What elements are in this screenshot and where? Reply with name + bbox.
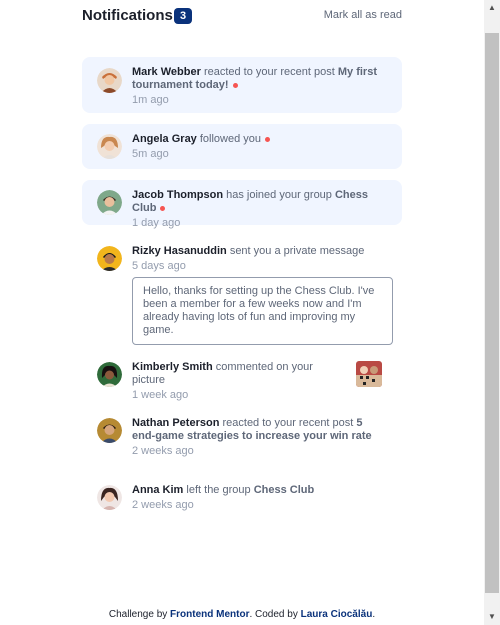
chess-picture-thumbnail[interactable] <box>356 361 382 387</box>
avatar-kimberly-icon[interactable] <box>97 362 122 387</box>
notifications-page: Notifications 3 Mark all as read Mark We… <box>0 0 484 625</box>
user-name[interactable]: Jacob Thompson <box>132 189 223 201</box>
action-text: has joined your group <box>226 189 332 201</box>
author-link[interactable]: Laura Ciocălău <box>301 609 373 620</box>
timestamp: 5 days ago <box>132 260 186 272</box>
avatar-mark-icon[interactable] <box>97 68 122 93</box>
user-name[interactable]: Kimberly Smith <box>132 361 213 373</box>
avatar-jacob-icon[interactable] <box>97 190 122 215</box>
timestamp: 2 weeks ago <box>132 499 194 511</box>
private-message[interactable]: Hello, thanks for setting up the Chess C… <box>132 277 393 345</box>
unread-dot <box>232 82 238 88</box>
group-link[interactable]: Chess Club <box>254 484 315 496</box>
mark-all-read-button[interactable]: Mark all as read <box>324 9 402 21</box>
user-name[interactable]: Mark Webber <box>132 66 201 78</box>
notification-text: Kimberly Smith commented on your picture… <box>132 361 347 402</box>
action-text: reacted to your recent post <box>203 66 335 78</box>
timestamp: 1 week ago <box>132 389 189 401</box>
scrollbar-thumb[interactable] <box>485 33 499 593</box>
notification-item[interactable]: Anna Kim left the group Chess Club 2 wee… <box>82 475 402 520</box>
notification-item[interactable]: Kimberly Smith commented on your picture… <box>82 352 402 401</box>
header: Notifications 3 Mark all as read <box>82 7 402 27</box>
notification-text: Jacob Thompson has joined your group Che… <box>132 189 382 230</box>
avatar-anna-icon[interactable] <box>97 485 122 510</box>
notification-text: Angela Gray followed you 5m ago <box>132 133 382 161</box>
frontend-mentor-link[interactable]: Frontend Mentor <box>170 609 249 620</box>
footer-middle: . Coded by <box>249 609 298 620</box>
timestamp: 1 day ago <box>132 217 181 229</box>
action-text: reacted to your recent post <box>222 417 354 429</box>
user-name[interactable]: Nathan Peterson <box>132 417 219 429</box>
user-name[interactable]: Anna Kim <box>132 484 183 496</box>
action-text: followed you <box>199 133 262 145</box>
notification-item[interactable]: Mark Webber reacted to your recent post … <box>82 57 402 113</box>
footer-prefix: Challenge by <box>108 609 168 620</box>
unread-count-badge: 3 <box>174 8 193 24</box>
scroll-down-arrow-icon[interactable]: ▼ <box>484 609 500 625</box>
timestamp: 5m ago <box>132 148 169 160</box>
avatar-angela-icon[interactable] <box>97 134 122 159</box>
timestamp: 2 weeks ago <box>132 445 194 457</box>
timestamp: 1m ago <box>132 94 169 106</box>
notification-text: Rizky Hasanuddin sent you a private mess… <box>132 245 382 273</box>
action-text: sent you a private message <box>229 245 365 257</box>
avatar-nathan-icon[interactable] <box>97 418 122 443</box>
notification-item[interactable]: Rizky Hasanuddin sent you a private mess… <box>82 236 402 345</box>
page-title: Notifications <box>82 7 173 24</box>
notification-item[interactable]: Nathan Peterson reacted to your recent p… <box>82 408 402 464</box>
vertical-scrollbar[interactable]: ▲ ▼ <box>484 0 500 625</box>
notification-text: Mark Webber reacted to your recent post … <box>132 66 382 107</box>
action-text: left the group <box>186 484 251 496</box>
user-name[interactable]: Angela Gray <box>132 133 197 145</box>
notification-text: Anna Kim left the group Chess Club 2 wee… <box>132 484 382 512</box>
attribution-footer: Challenge by Frontend Mentor. Coded by L… <box>0 609 484 620</box>
notification-text: Nathan Peterson reacted to your recent p… <box>132 417 382 458</box>
notification-item[interactable]: Jacob Thompson has joined your group Che… <box>82 180 402 229</box>
unread-dot <box>265 136 271 142</box>
footer-suffix: . <box>372 609 376 620</box>
user-name[interactable]: Rizky Hasanuddin <box>132 245 227 257</box>
avatar-rizky-icon[interactable] <box>97 246 122 271</box>
unread-dot <box>160 205 166 211</box>
notification-item[interactable]: Angela Gray followed you 5m ago <box>82 124 402 169</box>
scroll-up-arrow-icon[interactable]: ▲ <box>484 0 500 16</box>
